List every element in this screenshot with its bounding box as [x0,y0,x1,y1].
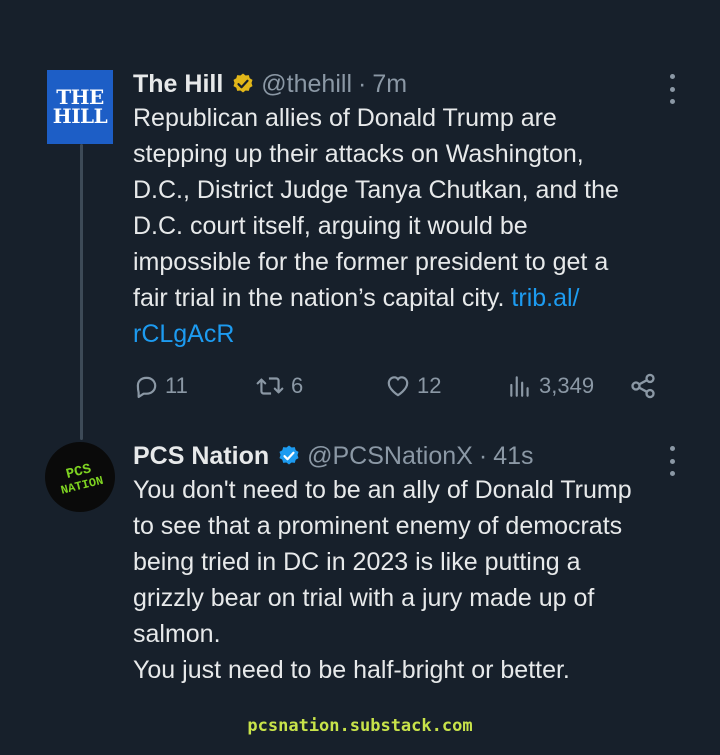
tweet-text-line: You just need to be half-bright or bette… [133,656,570,684]
blue-verified-badge-icon[interactable] [277,444,301,468]
share-icon [631,373,655,399]
author-handle[interactable]: @thehill [261,70,352,99]
retweet-count: 6 [291,373,304,398]
tweet-link-part1[interactable]: trib.al/ [511,284,579,312]
retweet-icon [256,377,284,395]
retweet-button[interactable]: 6 [255,366,303,406]
like-count: 12 [417,373,442,398]
tweet-text-line: grizzly bear on trial with a jury made u… [133,584,595,612]
header-separator: · [478,441,488,470]
reply-button[interactable]: 11 [133,366,188,406]
watermark-url: pcsnation.substack.com [247,716,473,736]
tweet-text: You don't need to be an ally of Donald T… [133,472,693,688]
thread-connector-line [80,144,83,440]
avatar-the-hill[interactable]: THE HILL [47,70,113,144]
avatar-logo-text-bottom: HILL [52,104,108,128]
tweet-text-segment: fair trial in the nation’s capital city. [133,284,512,312]
tweet-text-line: stepping up their attacks on Washington, [133,140,584,168]
author-name[interactable]: The Hill [133,70,223,99]
avatar-pcs-nation[interactable]: PCS NATION [45,442,115,512]
views-button[interactable]: 3,349 [507,366,594,406]
author-handle[interactable]: @PCSNationX [307,442,473,471]
gold-verified-badge-icon[interactable] [231,72,255,96]
tweet-text-line-with-link: fair trial in the nation’s capital city.… [133,280,693,316]
tweet-text-line: Republican allies of Donald Trump are [133,104,557,132]
view-count: 3,349 [539,373,595,398]
pcs-nation-logo: PCS NATION [60,461,105,497]
tweet-text-line: being tried in DC in 2023 is like puttin… [133,548,581,576]
header-separator: · [358,69,367,98]
tweet-text-line: impossible for the former president to g… [133,248,609,276]
like-icon [387,376,409,397]
timestamp[interactable]: 41s [493,442,533,471]
tweet-text-line: You don't need to be an ally of Donald T… [133,476,632,504]
author-name[interactable]: PCS Nation [133,442,269,471]
tweet-header: The Hill @thehill · 7m [133,67,680,101]
reply-count: 11 [165,373,188,398]
timestamp[interactable]: 7m [372,70,407,99]
tweet-text-line: D.C. court itself, arguing it would be [133,212,528,240]
tweet-text-line: D.C., District Judge Tanya Chutkan, and … [133,176,619,204]
tweet-header: PCS Nation @PCSNationX · 41s [133,439,680,473]
tweet-text-line: salmon. [133,620,221,648]
tweet-link-part2[interactable]: rCLgAcR [133,316,693,352]
views-icon [510,376,529,397]
share-button[interactable] [629,366,657,406]
tweet-text: Republican allies of Donald Trump are st… [133,100,693,352]
like-button[interactable]: 12 [385,366,441,406]
tweet-actions: 11 6 12 3,349 [133,366,673,406]
reply-icon [136,376,157,399]
tweet-text-line: to see that a prominent enemy of democra… [133,512,623,540]
